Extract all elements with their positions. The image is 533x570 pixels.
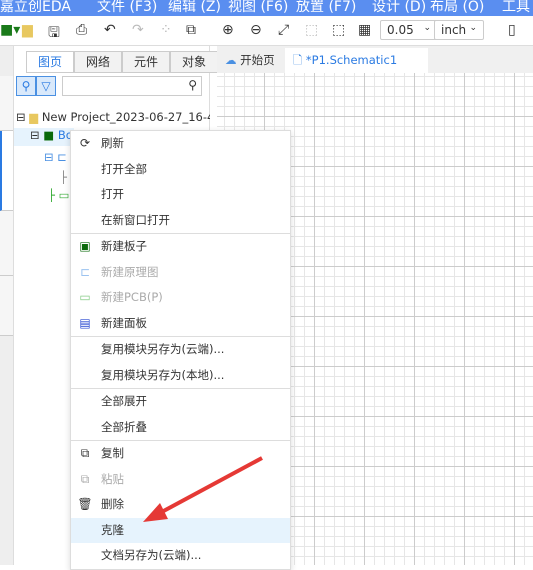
red-arrow-annotation (143, 456, 263, 522)
arrow-head (143, 503, 168, 522)
arrow-shaft (157, 456, 263, 516)
